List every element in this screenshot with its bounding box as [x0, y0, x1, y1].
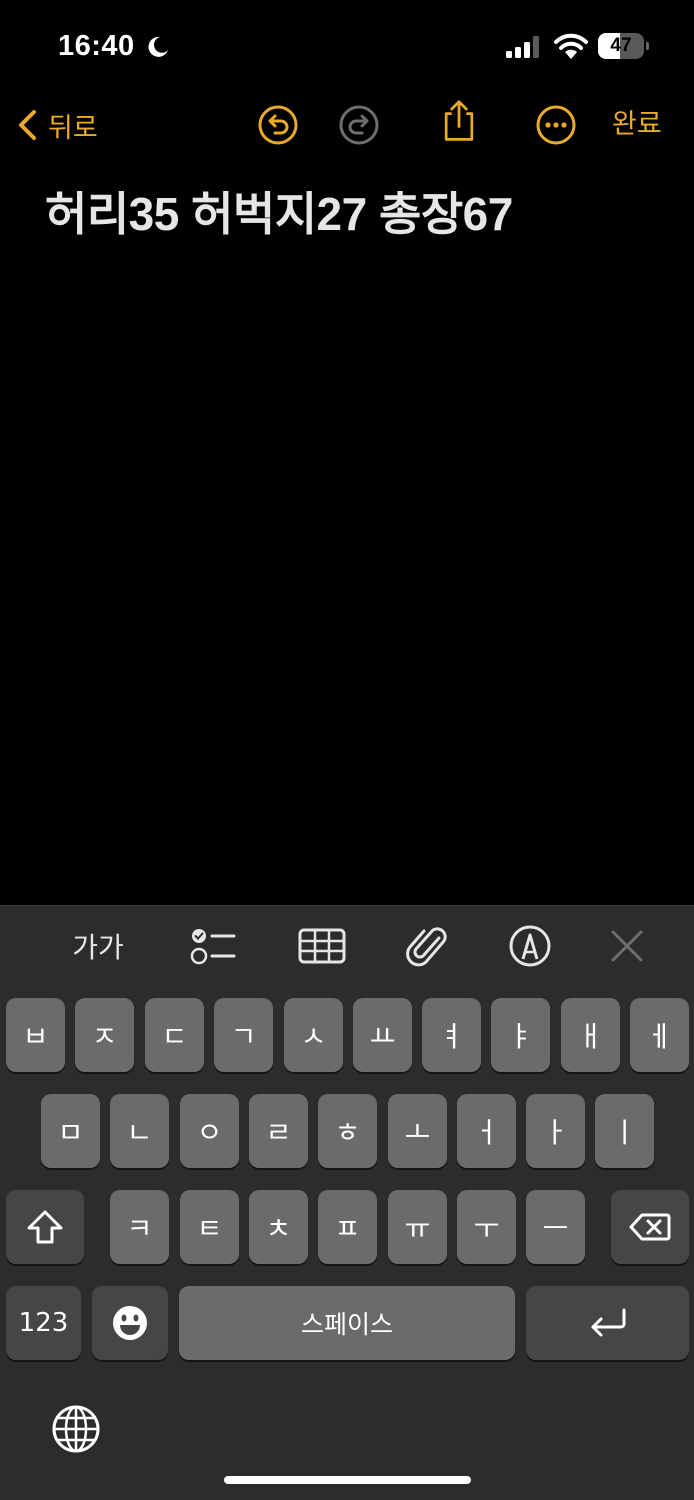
- close-icon[interactable]: [608, 924, 646, 968]
- key[interactable]: ㅇ: [180, 1094, 239, 1168]
- key[interactable]: ㅋ: [110, 1190, 169, 1264]
- shift-icon: [27, 1210, 63, 1244]
- key[interactable]: ㅎ: [318, 1094, 377, 1168]
- status-time: 16:40: [58, 30, 135, 62]
- key[interactable]: ㅑ: [491, 998, 550, 1072]
- delete-key[interactable]: [611, 1190, 689, 1264]
- key[interactable]: ㅡ: [526, 1190, 585, 1264]
- note-text[interactable]: 허리35 허벅지27 총장67: [45, 178, 513, 244]
- redo-icon[interactable]: [337, 103, 381, 147]
- key[interactable]: ㅂ: [6, 998, 65, 1072]
- moon-icon: [148, 36, 168, 57]
- more-icon[interactable]: [534, 103, 578, 147]
- key[interactable]: ㅊ: [249, 1190, 308, 1264]
- key[interactable]: ㅏ: [526, 1094, 585, 1168]
- note-toolbar: 뒤로 완료: [0, 95, 694, 155]
- key[interactable]: ㅅ: [284, 998, 343, 1072]
- globe-icon[interactable]: [51, 1404, 101, 1454]
- status-bar: 16:40 47: [0, 0, 694, 90]
- home-indicator[interactable]: [224, 1476, 471, 1484]
- back-button[interactable]: 뒤로: [14, 101, 98, 149]
- emoji-key[interactable]: [92, 1286, 168, 1360]
- signal-icon: [506, 36, 539, 58]
- battery-level: 47: [610, 35, 632, 56]
- numbers-key[interactable]: 123: [6, 1286, 81, 1360]
- format-toolbar: 가가: [0, 905, 694, 983]
- key[interactable]: ㄱ: [214, 998, 273, 1072]
- key[interactable]: ㅗ: [388, 1094, 447, 1168]
- wifi-icon: [554, 33, 588, 59]
- table-icon[interactable]: [298, 924, 346, 968]
- undo-icon[interactable]: [256, 103, 300, 147]
- done-button[interactable]: 완료: [612, 103, 662, 147]
- paperclip-icon[interactable]: [406, 924, 450, 968]
- keyboard: ㅂ ㅈ ㄷ ㄱ ㅅ ㅛ ㅕ ㅑ ㅐ ㅔ ㅁ ㄴ ㅇ ㄹ ㅎ ㅗ ㅓ ㅏ ㅣ ㅋ …: [0, 983, 694, 1500]
- key[interactable]: ㅠ: [388, 1190, 447, 1264]
- key[interactable]: ㅌ: [180, 1190, 239, 1264]
- key[interactable]: ㅁ: [41, 1094, 100, 1168]
- key[interactable]: ㄴ: [110, 1094, 169, 1168]
- key[interactable]: ㅈ: [75, 998, 134, 1072]
- delete-icon: [629, 1213, 671, 1241]
- key[interactable]: ㅕ: [422, 998, 481, 1072]
- return-key[interactable]: [526, 1286, 689, 1360]
- return-icon: [591, 1308, 625, 1337]
- emoji-icon: [113, 1306, 147, 1340]
- back-label: 뒤로: [48, 112, 98, 144]
- battery-icon: 47: [598, 33, 650, 59]
- text-style-button[interactable]: 가가: [68, 924, 128, 968]
- key[interactable]: ㅍ: [318, 1190, 377, 1264]
- share-icon[interactable]: [437, 99, 481, 143]
- key[interactable]: ㅓ: [457, 1094, 516, 1168]
- key[interactable]: ㅣ: [595, 1094, 654, 1168]
- key[interactable]: ㅛ: [353, 998, 412, 1072]
- key[interactable]: ㄷ: [145, 998, 204, 1072]
- key[interactable]: ㅜ: [457, 1190, 516, 1264]
- chevron-left-icon: [19, 110, 36, 140]
- key[interactable]: ㅐ: [561, 998, 620, 1072]
- shift-key[interactable]: [6, 1190, 84, 1264]
- checklist-icon[interactable]: [190, 924, 236, 968]
- markup-icon[interactable]: [508, 924, 552, 968]
- key[interactable]: ㄹ: [249, 1094, 308, 1168]
- key[interactable]: ㅔ: [630, 998, 689, 1072]
- space-key[interactable]: 스페이스: [179, 1286, 515, 1360]
